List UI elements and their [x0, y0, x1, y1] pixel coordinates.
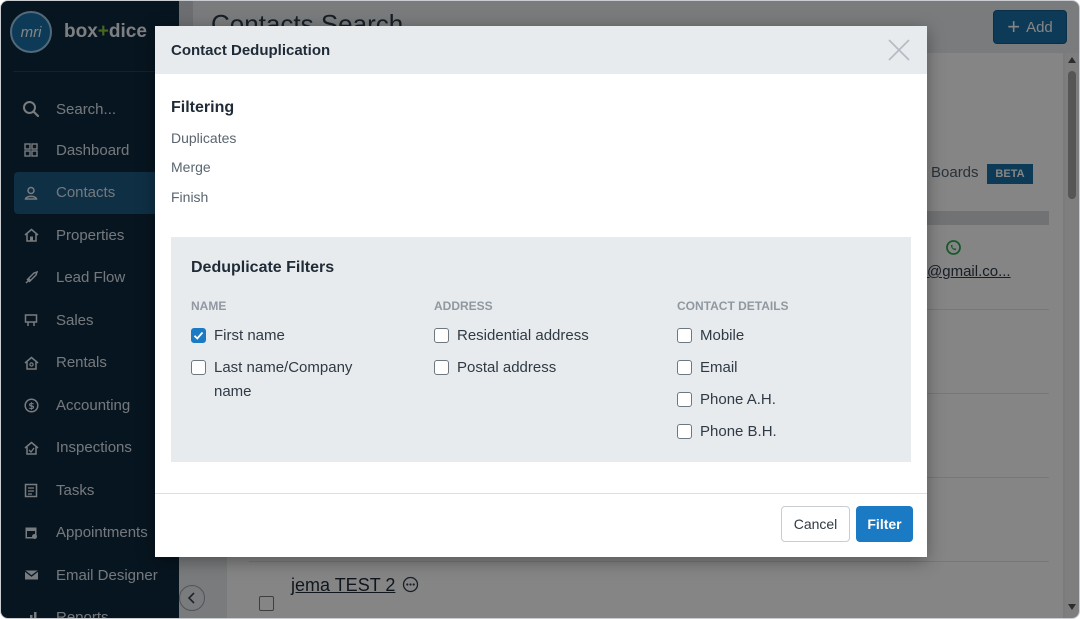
filter-option[interactable]: Phone A.H. [677, 389, 897, 412]
filter-option-label: Email [700, 359, 738, 376]
filter-option[interactable]: Email [677, 357, 897, 380]
filter-checkbox[interactable] [434, 360, 449, 375]
filter-column-heading: NAME [191, 299, 227, 313]
deduplicate-filters-panel: Deduplicate Filters NAME First name Last n… [171, 237, 911, 462]
filter-option[interactable]: Residential address [434, 325, 654, 348]
step-finish: Finish [171, 188, 209, 205]
filter-checkbox[interactable] [677, 360, 692, 375]
filter-checkbox[interactable] [677, 328, 692, 343]
filter-option-label: First name [214, 327, 285, 344]
filter-option[interactable]: Last name/Company name [191, 357, 411, 404]
filter-column-contact-details: CONTACT DETAILS Mobile Email Phone A.H. Phon… [677, 299, 897, 453]
filter-option-label: Residential address [457, 327, 589, 344]
footer-divider [155, 493, 927, 494]
filter-option[interactable]: First name [191, 325, 411, 348]
checkmark-icon [193, 331, 204, 340]
filter-option[interactable]: Postal address [434, 357, 654, 380]
filter-checkbox[interactable] [677, 392, 692, 407]
filter-checkbox[interactable] [191, 360, 206, 375]
wizard-steps: Filtering Duplicates Merge Finish [171, 98, 236, 216]
filter-option[interactable]: Phone B.H. [677, 421, 897, 444]
filter-option-label: Mobile [700, 327, 745, 344]
modal-title: Contact Deduplication [171, 41, 331, 59]
deduplication-modal: Contact Deduplication Filtering Duplicat… [155, 26, 927, 557]
filter-option-label: Phone B.H. [700, 423, 777, 440]
filter-column-address: ADDRESS Residential address Postal address [434, 299, 654, 389]
filter-option-label: Last name/Company name [214, 359, 353, 400]
app-window: mri box+dice Search... Dashboard Contacts… [0, 0, 1080, 619]
filter-column-name: NAME First name Last name/Company name [191, 299, 411, 413]
step-duplicates: Duplicates [171, 129, 237, 146]
step-merge: Merge [171, 159, 211, 175]
filter-column-heading: CONTACT DETAILS [677, 299, 789, 313]
filter-checkbox[interactable] [191, 328, 206, 343]
filter-button[interactable]: Filter [856, 506, 913, 542]
filter-checkbox[interactable] [677, 424, 692, 439]
filters-title: Deduplicate Filters [191, 259, 335, 276]
filter-option-label: Phone A.H. [700, 391, 776, 408]
modal-header: Contact Deduplication [155, 26, 927, 74]
filter-checkbox[interactable] [434, 328, 449, 343]
filter-column-heading: ADDRESS [434, 299, 493, 313]
cancel-button[interactable]: Cancel [781, 506, 850, 542]
filter-option-label: Postal address [457, 359, 557, 376]
close-icon[interactable] [887, 38, 911, 62]
step-filtering: Filtering [171, 99, 235, 116]
filter-option[interactable]: Mobile [677, 325, 897, 348]
